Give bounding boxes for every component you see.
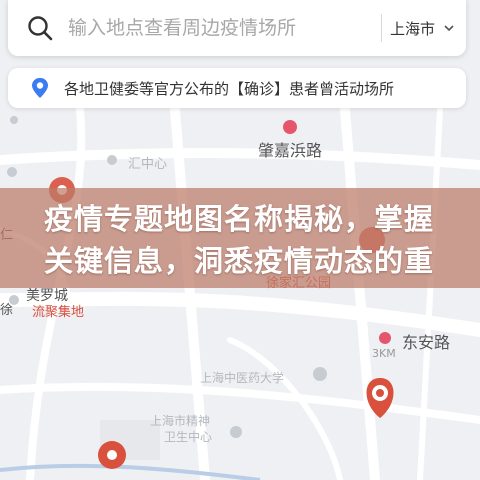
location-pin-icon xyxy=(32,78,48,98)
map-label-faded: 汇中心 xyxy=(128,157,168,172)
poi-icon xyxy=(230,426,242,438)
map-label-faded: 上海市精神 xyxy=(150,414,211,428)
metro-icon xyxy=(379,332,391,344)
metro-icon xyxy=(283,120,297,134)
poi-icon xyxy=(107,155,117,165)
map-label-west-fragment: 徐 xyxy=(0,303,14,318)
search-bar: 上海市 xyxy=(8,0,466,56)
map-label-liuju-jidi: 流聚集地 xyxy=(32,305,85,320)
map-label-dongan-road: 东安路 xyxy=(402,333,451,352)
map-label-faded: 上海中医药大学 xyxy=(200,371,285,385)
chevron-down-icon xyxy=(444,25,454,32)
poi-icon xyxy=(10,116,18,124)
search-input[interactable] xyxy=(68,14,368,42)
search-icon[interactable] xyxy=(26,14,54,42)
virus-icon xyxy=(376,389,384,397)
notice-bar[interactable]: 各地卫健委等官方公布的【确诊】患者曾活动场所 xyxy=(8,68,466,108)
map-label-zhaojiabang-road: 肇嘉浜路 xyxy=(258,141,323,160)
banner-title-line-1: 疫情专题地图名称揭秘，掌握 xyxy=(44,202,435,236)
poi-icon xyxy=(313,367,327,381)
poi-icon xyxy=(7,167,17,177)
city-label: 上海市 xyxy=(390,19,436,38)
notice-text: 各地卫健委等官方公布的【确诊】患者曾活动场所 xyxy=(64,80,395,98)
map-label-distance: 3KM xyxy=(372,347,396,360)
search-divider xyxy=(381,14,382,42)
hotspot-marker-dot xyxy=(107,450,117,460)
map-label-faded: 卫生中心 xyxy=(164,430,213,444)
banner-title-line-2: 关键信息，洞悉疫情动态的重 xyxy=(44,244,435,278)
city-selector[interactable]: 上海市 xyxy=(390,14,455,42)
